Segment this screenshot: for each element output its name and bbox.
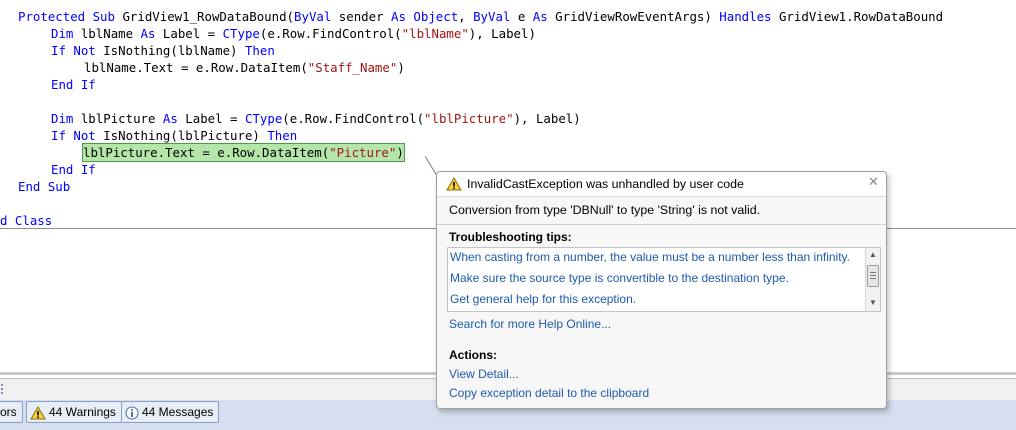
scroll-up-icon[interactable]: ▲ — [869, 250, 877, 259]
string-literal: "lblName" — [401, 26, 469, 41]
errors-filter-label: ors — [0, 405, 17, 419]
close-icon[interactable]: ✕ — [868, 175, 880, 188]
keyword: End If — [51, 162, 96, 177]
keyword: CType — [244, 111, 283, 126]
keyword: Then — [244, 43, 275, 58]
code-text: lblName.Text = e.Row.DataItem( — [84, 60, 308, 75]
code-text: lblName — [73, 26, 141, 41]
code-line: End If — [51, 161, 96, 178]
exception-helper-header: InvalidCastException was unhandled by us… — [437, 172, 886, 197]
warning-icon — [30, 405, 46, 420]
keyword: As — [140, 26, 156, 41]
divider — [437, 224, 886, 225]
code-text: ) — [396, 145, 404, 160]
code-line: lblName.Text = e.Row.DataItem("Staff_Nam… — [84, 59, 405, 76]
code-line: Dim lblPicture As Label = CType(e.Row.Fi… — [51, 110, 581, 127]
code-text: Label = — [155, 26, 223, 41]
keyword: Dim — [51, 26, 74, 41]
code-text: , — [458, 9, 474, 24]
code-line: Dim lblName As Label = CType(e.Row.FindC… — [51, 25, 536, 42]
code-text: ), Label) — [468, 26, 536, 41]
grip-icon — [1, 384, 3, 394]
code-text: lblPicture.Text = e.Row.DataItem( — [83, 145, 330, 160]
code-text: ), Label) — [513, 111, 581, 126]
keyword: End If — [51, 77, 96, 92]
keyword: Dim — [51, 111, 74, 126]
keyword: As Object — [391, 9, 459, 24]
string-literal: "Picture" — [329, 145, 397, 160]
code-text: IsNothing(lblName) — [95, 43, 245, 58]
keyword: If Not — [51, 43, 96, 58]
troubleshooting-heading: Troubleshooting tips: — [449, 230, 572, 244]
keyword: As — [162, 111, 178, 126]
code-text: GridView1_RowDataBound( — [114, 9, 295, 24]
code-text: GridView1.RowDataBound — [771, 9, 944, 24]
code-text: GridViewRowEventArgs) — [547, 9, 720, 24]
scroll-thumb[interactable] — [867, 265, 879, 287]
code-line: If Not IsNothing(lblName) Then — [51, 42, 275, 59]
code-line: End If — [51, 76, 96, 93]
code-text: (e.Row.FindControl( — [259, 26, 402, 41]
keyword: If Not — [51, 128, 96, 143]
string-literal: "Staff_Name" — [307, 60, 398, 75]
keyword: Handles — [719, 9, 772, 24]
keyword: Then — [267, 128, 298, 143]
keyword: CType — [222, 26, 260, 41]
code-line: Protected Sub GridView1_RowDataBound(ByV… — [18, 8, 943, 25]
exception-title: InvalidCastException was unhandled by us… — [467, 177, 744, 191]
keyword: d Class — [0, 213, 53, 228]
info-icon — [125, 406, 139, 420]
keyword: ByVal — [473, 9, 511, 24]
warnings-filter-label: 44 Warnings — [49, 405, 116, 419]
troubleshooting-tips-list[interactable]: When casting from a number, the value mu… — [447, 247, 881, 312]
code-line: End Sub — [18, 178, 70, 195]
tips-scrollbar[interactable]: ▲ ▼ — [865, 248, 880, 311]
scroll-down-icon[interactable]: ▼ — [869, 298, 877, 307]
search-help-online-link[interactable]: Search for more Help Online... — [449, 317, 611, 331]
errors-filter-button[interactable]: ors — [0, 401, 23, 423]
current-statement-highlight: lblPicture.Text = e.Row.DataItem("Pictur… — [82, 143, 405, 162]
messages-filter-label: 44 Messages — [142, 405, 214, 419]
warning-icon — [446, 177, 462, 191]
warnings-filter-button[interactable]: 44 Warnings — [26, 401, 122, 423]
code-text: Label = — [177, 111, 245, 126]
tip-link[interactable]: Get general help for this exception. — [450, 292, 636, 306]
string-literal: "lblPicture" — [424, 111, 514, 126]
code-text: lblPicture — [73, 111, 163, 126]
messages-filter-button[interactable]: 44 Messages — [121, 401, 220, 423]
code-text: IsNothing(lblPicture) — [95, 128, 268, 143]
keyword: As — [532, 9, 548, 24]
keyword: Protected Sub — [18, 9, 115, 24]
copy-exception-detail-link[interactable]: Copy exception detail to the clipboard — [449, 386, 649, 400]
exception-message: Conversion from type 'DBNull' to type 'S… — [449, 203, 761, 217]
code-text: sender — [331, 9, 392, 24]
tip-link[interactable]: Make sure the source type is convertible… — [450, 271, 789, 285]
actions-heading: Actions: — [449, 348, 497, 362]
code-text: (e.Row.FindControl( — [282, 111, 425, 126]
code-line: d Class — [0, 212, 52, 229]
code-text: ) — [397, 60, 405, 75]
code-text: e — [510, 9, 533, 24]
keyword: End Sub — [18, 179, 71, 194]
exception-helper-popup: InvalidCastException was unhandled by us… — [436, 171, 887, 409]
view-detail-link[interactable]: View Detail... — [449, 367, 519, 381]
code-line: If Not IsNothing(lblPicture) Then — [51, 127, 297, 144]
keyword: ByVal — [294, 9, 332, 24]
tip-link[interactable]: When casting from a number, the value mu… — [450, 250, 850, 264]
